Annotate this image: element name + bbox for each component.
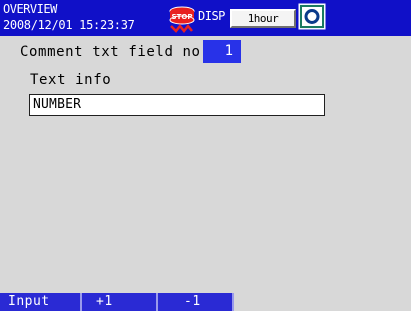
svg-text:STOP: STOP: [172, 13, 193, 21]
input-softkey[interactable]: Input: [0, 293, 82, 311]
timescale-display: 1hour: [230, 9, 296, 28]
softkey-bar: Input +1 -1: [0, 293, 411, 311]
stop-icon: STOP: [169, 6, 195, 34]
disp-label: DISP: [198, 9, 225, 23]
screen-title: OVERVIEW: [3, 2, 57, 16]
decrement-softkey[interactable]: -1: [158, 293, 234, 311]
screen: OVERVIEW 2008/12/01 15:23:37 STOP DISP 1…: [0, 0, 411, 311]
field-number-label: Comment txt field no: [20, 44, 201, 60]
text-info-field[interactable]: NUMBER: [29, 94, 325, 116]
text-info-label: Text info: [30, 72, 112, 88]
increment-softkey[interactable]: +1: [82, 293, 158, 311]
media-icon: [298, 3, 326, 30]
date-time: 2008/12/01 15:23:37: [3, 18, 135, 32]
field-number-value[interactable]: 1: [203, 40, 241, 63]
status-header: OVERVIEW 2008/12/01 15:23:37 STOP DISP 1…: [0, 0, 411, 36]
